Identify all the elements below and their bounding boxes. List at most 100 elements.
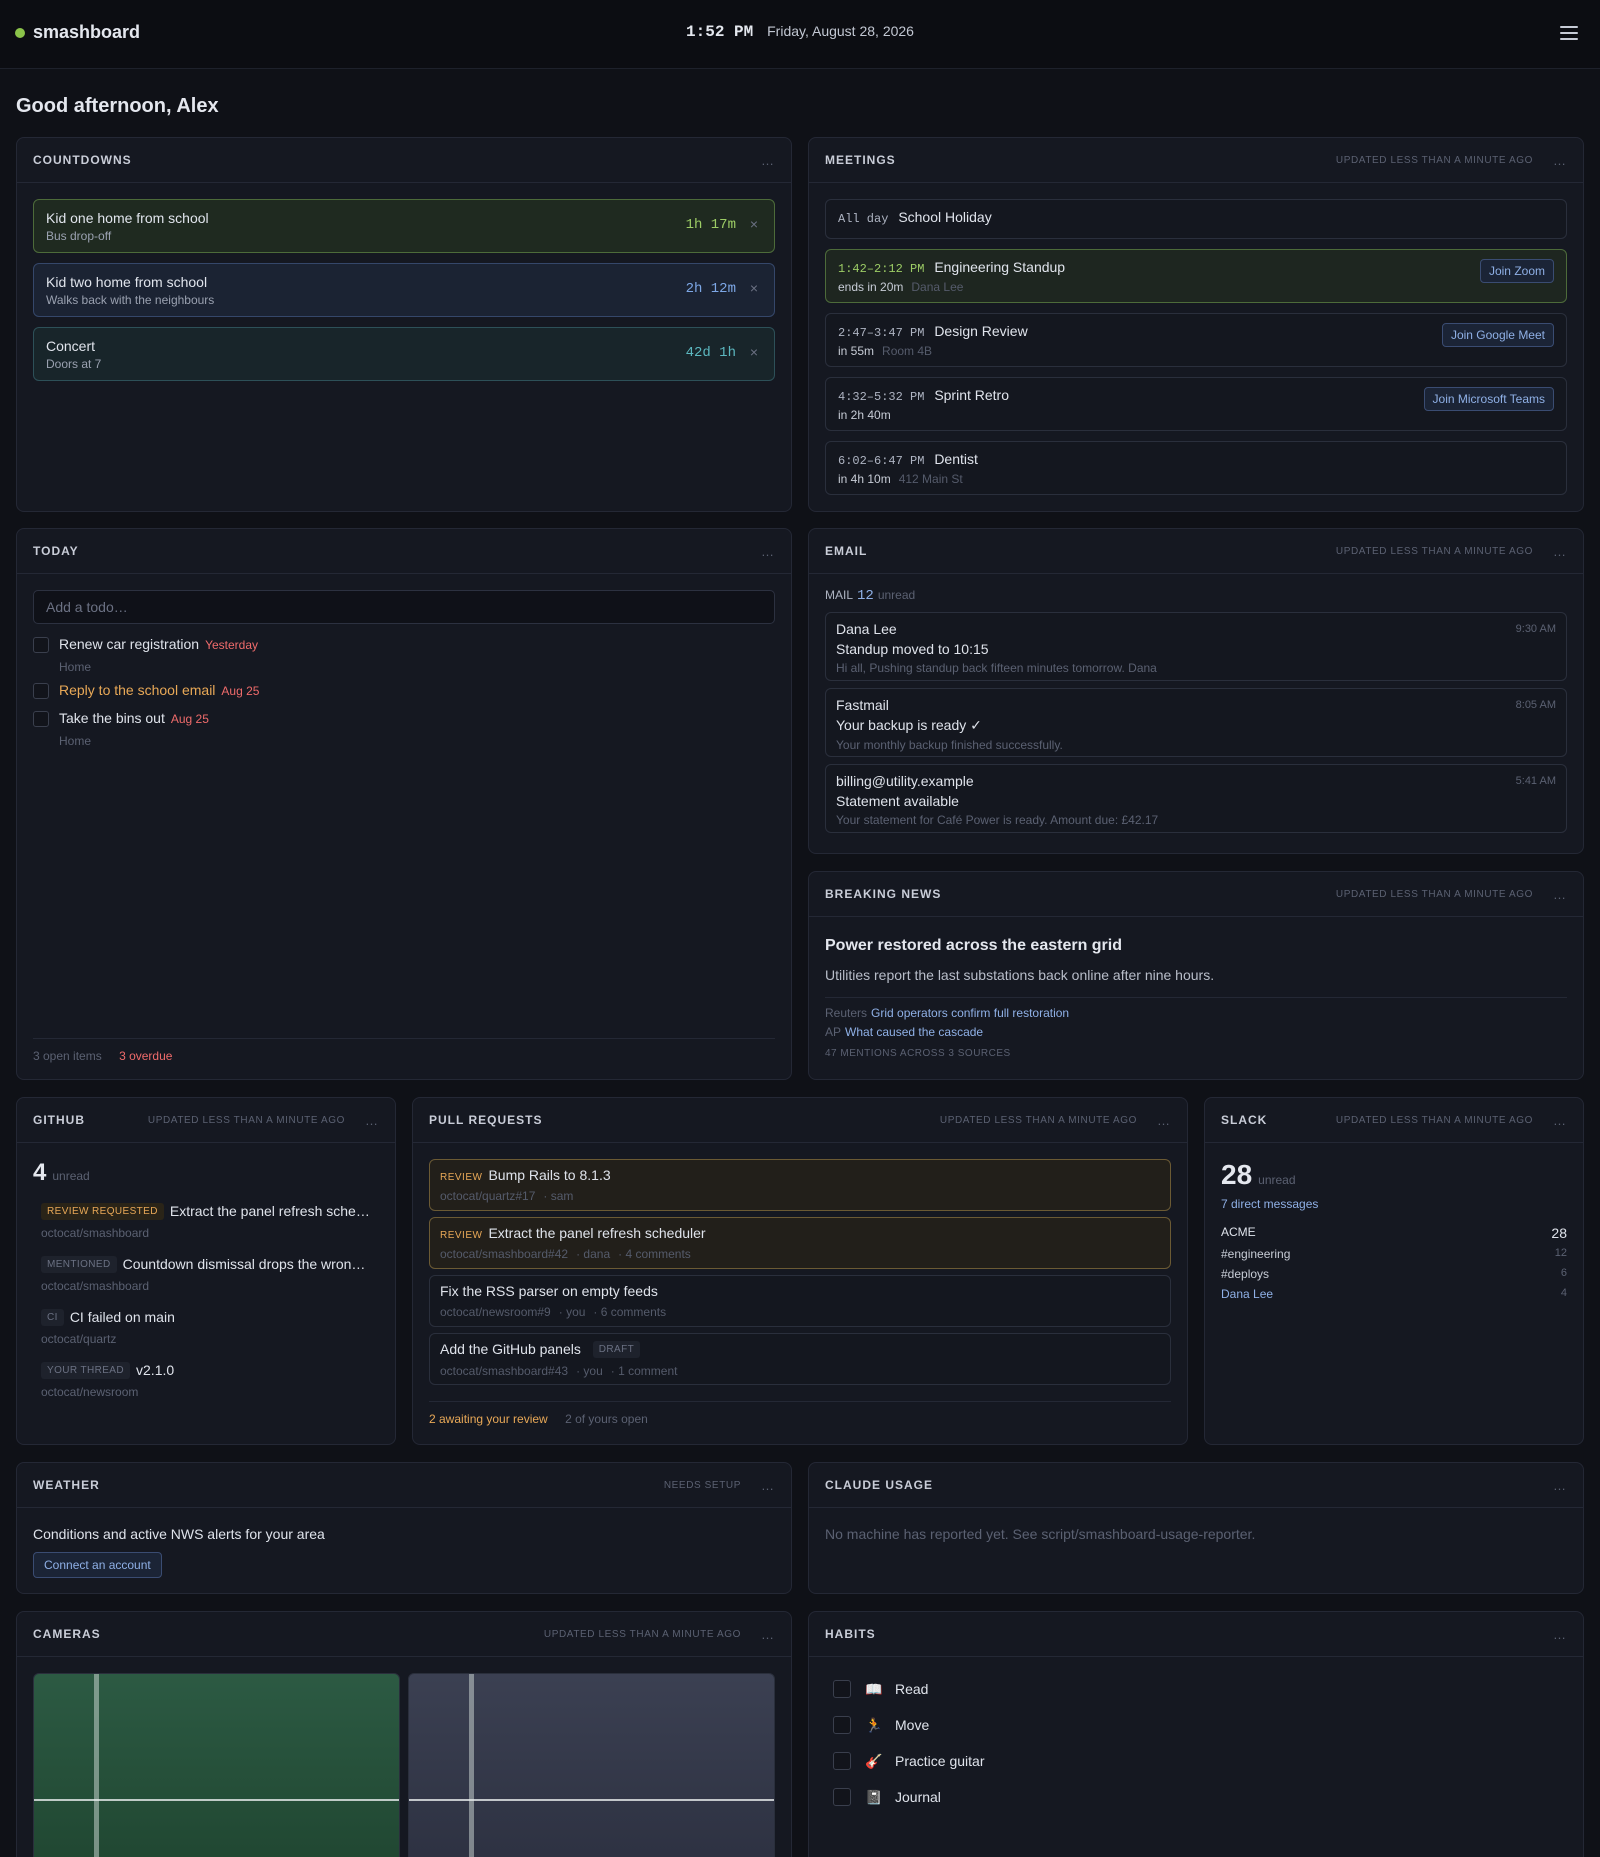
camera-feed[interactable] [408,1673,775,1857]
weather-panel: WEATHER NEEDS SETUP … Conditions and act… [16,1462,792,1594]
habit-checkbox[interactable] [833,1788,851,1806]
runner-icon: 🏃 [865,1716,883,1733]
pr-repo: octocat/quartz#17 [440,1189,536,1203]
notification-title: CI failed on main [69,1309,175,1325]
more-options-icon[interactable]: … [761,1478,775,1493]
updated-label: UPDATED LESS THAN A MINUTE AGO [543,1628,741,1640]
news-link-text[interactable]: What caused the cascade [845,1025,983,1039]
guitar-icon: 🎸 [865,1752,883,1769]
email-subject: Your backup is ready ✓ [836,717,982,733]
more-options-icon[interactable]: … [1553,1627,1567,1642]
todo-text: Renew car registration [59,636,200,652]
pull-request-item[interactable]: Fix the RSS parser on empty feeds octoca… [429,1275,1171,1327]
habit-name: Move [895,1717,930,1733]
notification-repo: octocat/newsroom [41,1385,139,1399]
mail-unread-label: unread [877,588,916,602]
pr-tag: REVIEW [440,1172,483,1183]
claude-usage-panel: CLAUDE USAGE … No machine has reported y… [808,1462,1584,1594]
notification-repo: octocat/smashboard [41,1279,150,1293]
updated-label: UPDATED LESS THAN A MINUTE AGO [1335,888,1533,900]
github-notification[interactable]: REVIEW REQUESTED Extract the panel refres… [33,1203,379,1240]
news-link-text[interactable]: Grid operators confirm full restoration [871,1006,1069,1020]
countdowns-panel: COUNTDOWNS … Kid one home from school Bu… [16,137,792,512]
meeting-relative: in 55m [838,344,875,358]
github-notification[interactable]: YOUR THREAD v2.1.0 octocat/newsroom [33,1362,379,1399]
news-headline[interactable]: Power restored across the eastern grid [825,937,1567,955]
join-teams-button[interactable]: Join Microsoft Teams [1423,387,1554,411]
more-options-icon[interactable]: … [1553,887,1567,902]
todo-checkbox[interactable] [33,683,49,699]
todo-checkbox[interactable] [33,637,49,653]
email-item[interactable]: Dana Lee 9:30 AM Standup moved to 10:15 … [825,612,1567,681]
email-item[interactable]: Fastmail 8:05 AM Your backup is ready ✓ … [825,688,1567,757]
habit-checkbox[interactable] [833,1752,851,1770]
notification-tag: CI [41,1309,64,1326]
pull-request-item[interactable]: Add the GitHub panels DRAFT octocat/smas… [429,1333,1171,1385]
workspace-count: 28 [1551,1225,1567,1241]
more-options-icon[interactable]: … [1553,153,1567,168]
meeting-relative: in 2h 40m [838,408,891,422]
news-link[interactable]: AP What caused the cascade [825,1025,1567,1039]
add-todo-input[interactable]: Add a todo… [33,590,775,624]
todo-category: Home [59,660,92,674]
more-options-icon[interactable]: … [365,1113,379,1128]
countdown-sub: Doors at 7 [46,357,102,371]
panel-title: BREAKING NEWS [825,887,942,901]
habit-checkbox[interactable] [833,1716,851,1734]
dismiss-icon[interactable]: × [750,344,758,360]
notification-tag: YOUR THREAD [41,1362,131,1379]
updated-label: UPDATED LESS THAN A MINUTE AGO [939,1114,1137,1126]
more-options-icon[interactable]: … [1553,1113,1567,1128]
habit-item: 🎸 Practice guitar [825,1743,1567,1779]
clock: 1:52 PM Friday, August 28, 2026 [0,23,1600,41]
mail-header: MAIL 12 unread [825,588,1567,604]
camera-feed[interactable] [33,1673,400,1857]
news-link[interactable]: Reuters Grid operators confirm full resto… [825,1006,1567,1020]
github-panel: GITHUB UPDATED LESS THAN A MINUTE AGO … … [16,1097,396,1445]
countdown-label: Kid two home from school [46,274,208,290]
channel-name: #engineering [1221,1247,1291,1261]
updated-label: UPDATED LESS THAN A MINUTE AGO [147,1114,345,1126]
meeting-time: All day [838,212,889,226]
todo-checkbox[interactable] [33,711,49,727]
more-options-icon[interactable]: … [1553,544,1567,559]
join-zoom-button[interactable]: Join Zoom [1479,259,1554,283]
news-description: Utilities report the last substations ba… [825,967,1215,983]
countdown-value: 2h 12m [685,281,736,297]
mail-label: MAIL [825,588,854,602]
more-options-icon[interactable]: … [1553,1478,1567,1493]
channel-count: 6 [1560,1267,1567,1279]
pr-author: · you [558,1305,586,1319]
pull-request-item[interactable]: REVIEW Extract the panel refresh schedule… [429,1217,1171,1269]
email-item[interactable]: billing@utility.example 5:41 AM Statemen… [825,764,1567,833]
slack-dm[interactable]: Dana Lee 4 [1221,1287,1567,1301]
slack-channel[interactable]: #engineering 12 [1221,1247,1567,1261]
connect-account-button[interactable]: Connect an account [33,1552,162,1578]
open-count: 3 open items [33,1049,102,1063]
panel-title: CAMERAS [33,1627,101,1641]
dismiss-icon[interactable]: × [750,280,758,296]
pull-request-item[interactable]: REVIEW Bump Rails to 8.1.3 octocat/quartz… [429,1159,1171,1211]
pull-requests-panel: PULL REQUESTS UPDATED LESS THAN A MINUTE… [412,1097,1188,1445]
todo-due: Aug 25 [221,684,260,698]
more-options-icon[interactable]: … [761,153,775,168]
join-meet-button[interactable]: Join Google Meet [1441,323,1554,347]
direct-messages-link[interactable]: 7 direct messages [1221,1197,1567,1211]
awaiting-review-count: 2 awaiting your review [429,1412,548,1426]
email-time: 5:41 AM [1515,775,1556,787]
more-options-icon[interactable]: … [1157,1113,1171,1128]
meeting-title: Dentist [934,451,978,467]
more-options-icon[interactable]: … [761,1627,775,1642]
email-panel: EMAIL UPDATED LESS THAN A MINUTE AGO … M… [808,528,1584,854]
hamburger-menu-icon[interactable] [1560,26,1578,40]
github-notification[interactable]: CI CI failed on main octocat/quartz [33,1309,379,1346]
habit-item: 📖 Read [825,1671,1567,1707]
email-time: 9:30 AM [1515,623,1556,635]
habit-checkbox[interactable] [833,1680,851,1698]
more-options-icon[interactable]: … [761,544,775,559]
notification-title: Countdown dismissal drops the wron… [122,1256,366,1272]
pr-comments: · 4 comments [618,1247,691,1261]
slack-channel[interactable]: #deploys 6 [1221,1267,1567,1281]
github-notification[interactable]: MENTIONED Countdown dismissal drops the w… [33,1256,379,1293]
dismiss-icon[interactable]: × [750,216,758,232]
